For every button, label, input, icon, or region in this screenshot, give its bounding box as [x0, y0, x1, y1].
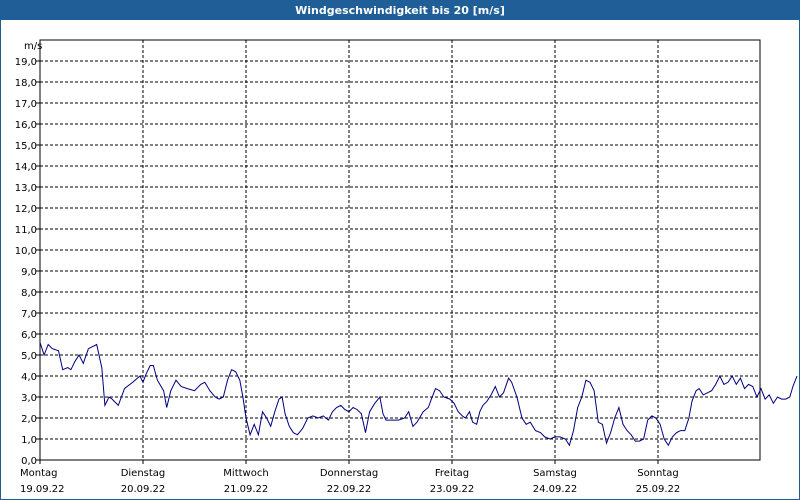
- y-tick-label: 1,0: [21, 435, 37, 446]
- x-tick-weekday: Mittwoch: [223, 468, 268, 479]
- y-tick-label: 12,0: [15, 204, 37, 215]
- x-tick-labels: Montag 19.09.22 Dienstag 20.09.22 Mittwoch 21…: [20, 468, 680, 495]
- y-tick-label: 8,0: [21, 288, 37, 299]
- y-tick-label: 0,0: [21, 456, 37, 467]
- y-tick-label: 19,0: [15, 57, 37, 68]
- y-tick-label: 16,0: [15, 120, 37, 131]
- y-tick-label: 5,0: [21, 351, 37, 362]
- y-tick-label: 9,0: [21, 267, 37, 278]
- y-tick-labels: 0,0 1,0 2,0 3,0 4,0 5,0 6,0 7,0 8,0 9,0 10,0 11,0 12…: [15, 57, 37, 467]
- wind-speed-line: [39, 342, 798, 447]
- x-tick-date: 22.09.22: [327, 484, 372, 495]
- x-tick-weekday: Samstag: [533, 468, 577, 479]
- x-tick-date: 25.09.22: [636, 484, 681, 495]
- grid-lines: [40, 40, 760, 460]
- y-tick-label: 2,0: [21, 414, 37, 425]
- x-tick-weekday: Montag: [20, 468, 57, 479]
- wind-speed-chart: 0,0 1,0 2,0 3,0 4,0 5,0 6,0 7,0 8,0 9,0 10,0 11,0 12…: [15, 39, 798, 495]
- x-tick-date: 23.09.22: [430, 484, 475, 495]
- y-tick-label: 18,0: [15, 78, 37, 89]
- series-group: [39, 342, 798, 447]
- y-tick-label: 3,0: [21, 393, 37, 404]
- x-tick-weekday: Dienstag: [121, 468, 166, 479]
- y-tick-label: 7,0: [21, 309, 37, 320]
- y-tick-label: 14,0: [15, 162, 37, 173]
- x-tick-date: 21.09.22: [224, 484, 269, 495]
- y-tick-label: 4,0: [21, 372, 37, 383]
- y-tick-label: 13,0: [15, 183, 37, 194]
- y-tick-label: 10,0: [15, 246, 37, 257]
- y-tick-label: 15,0: [15, 141, 37, 152]
- x-tick-weekday: Freitag: [435, 468, 469, 479]
- y-tick-label: 17,0: [15, 99, 37, 110]
- axes: [36, 39, 761, 464]
- x-tick-date: 24.09.22: [533, 484, 578, 495]
- x-tick-weekday: Sonntag: [637, 468, 679, 479]
- x-tick-weekday: Donnerstag: [320, 468, 378, 479]
- y-tick-label: 11,0: [15, 225, 37, 236]
- y-axis-unit-label: m/s: [24, 41, 42, 52]
- x-tick-date: 19.09.22: [20, 484, 65, 495]
- x-tick-date: 20.09.22: [121, 484, 166, 495]
- y-tick-label: 6,0: [21, 330, 37, 341]
